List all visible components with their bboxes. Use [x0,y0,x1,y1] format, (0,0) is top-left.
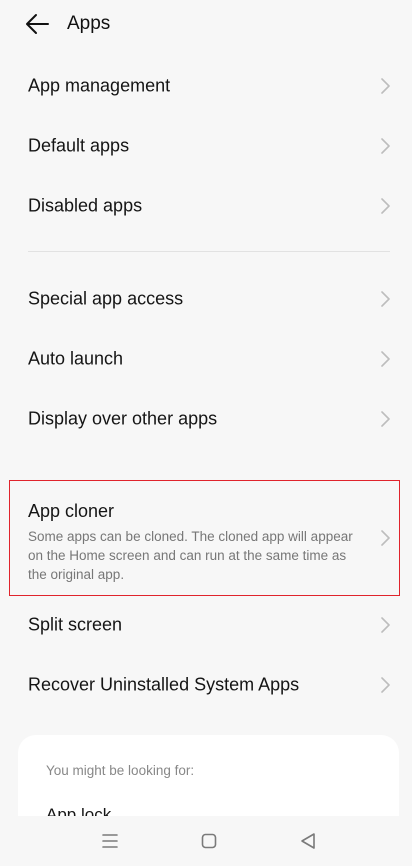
chevron-right-icon [379,529,391,547]
suggestions-heading: You might be looking for: [46,763,195,778]
split-screen-row[interactable]: Split screen [0,599,412,651]
apps-settings-screen: Apps App management Default apps Disable… [0,0,412,866]
chevron-right-icon [379,410,391,428]
default-apps-label: Default apps [28,135,130,156]
back-triangle-icon [301,833,315,849]
app-cloner-row[interactable]: App cloner Some apps can be cloned. The … [9,480,400,596]
default-apps-row[interactable]: Default apps [0,120,412,172]
disabled-apps-label: Disabled apps [28,195,143,216]
header: Apps [0,0,412,48]
system-navigation-bar [0,816,412,866]
app-management-label: App management [28,75,171,96]
auto-launch-row[interactable]: Auto launch [0,333,412,385]
display-over-other-apps-label: Display over other apps [28,408,218,429]
back-button[interactable] [22,10,52,38]
special-app-access-label: Special app access [28,288,184,309]
chevron-right-icon [379,676,391,694]
page-title: Apps [67,13,111,34]
chevron-right-icon [379,616,391,634]
chevron-right-icon [379,290,391,308]
recents-button[interactable] [99,831,121,851]
chevron-right-icon [379,197,391,215]
chevron-right-icon [379,350,391,368]
disabled-apps-row[interactable]: Disabled apps [0,180,412,232]
chevron-right-icon [379,77,391,95]
app-cloner-description: Some apps can be cloned. The cloned app … [28,529,353,582]
chevron-right-icon [379,137,391,155]
home-button[interactable] [198,831,220,851]
section-divider [28,251,390,252]
split-screen-label: Split screen [28,614,123,635]
home-icon [201,833,217,849]
display-over-other-apps-row[interactable]: Display over other apps [0,393,412,445]
recover-uninstalled-system-apps-row[interactable]: Recover Uninstalled System Apps [0,659,412,711]
auto-launch-label: Auto launch [28,348,124,369]
special-app-access-row[interactable]: Special app access [0,273,412,325]
app-cloner-title: App cloner [28,501,115,521]
nav-back-button[interactable] [297,831,319,851]
app-management-row[interactable]: App management [0,60,412,112]
arrow-left-icon [26,14,49,34]
recover-uninstalled-system-apps-label: Recover Uninstalled System Apps [28,674,300,695]
menu-icon [102,834,118,848]
